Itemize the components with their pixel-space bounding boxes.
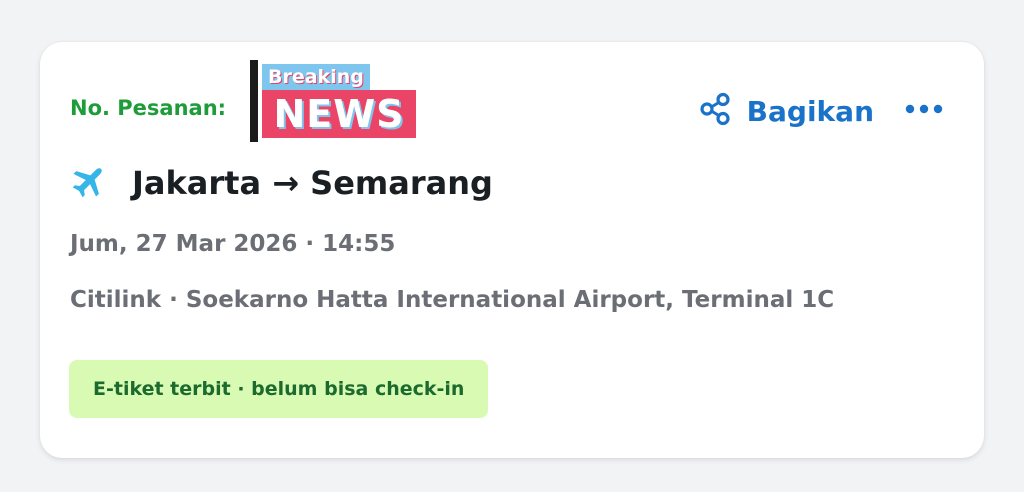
airplane-icon	[70, 162, 108, 204]
share-label: Bagikan	[746, 94, 874, 128]
logo-bar	[250, 60, 258, 142]
booking-card[interactable]: No. Pesanan: Breaking NEWS Bagikan Jakar…	[40, 42, 984, 458]
logo-breaking-text: Breaking	[262, 64, 370, 90]
share-button[interactable]: Bagikan	[697, 91, 874, 131]
airline-airport-info: Citilink · Soekarno Hatta International …	[70, 287, 835, 313]
logo-news-text: NEWS	[262, 90, 416, 138]
breaking-news-logo: Breaking NEWS	[250, 60, 420, 146]
more-options-icon[interactable]	[902, 94, 946, 124]
share-icon	[697, 91, 733, 131]
flight-datetime: Jum, 27 Mar 2026 · 14:55	[70, 231, 396, 257]
route-title: Jakarta → Semarang	[132, 164, 493, 202]
route-row: Jakarta → Semarang	[70, 162, 493, 204]
status-badge: E-tiket terbit · belum bisa check-in	[69, 360, 489, 418]
order-number-label: No. Pesanan:	[70, 96, 227, 120]
